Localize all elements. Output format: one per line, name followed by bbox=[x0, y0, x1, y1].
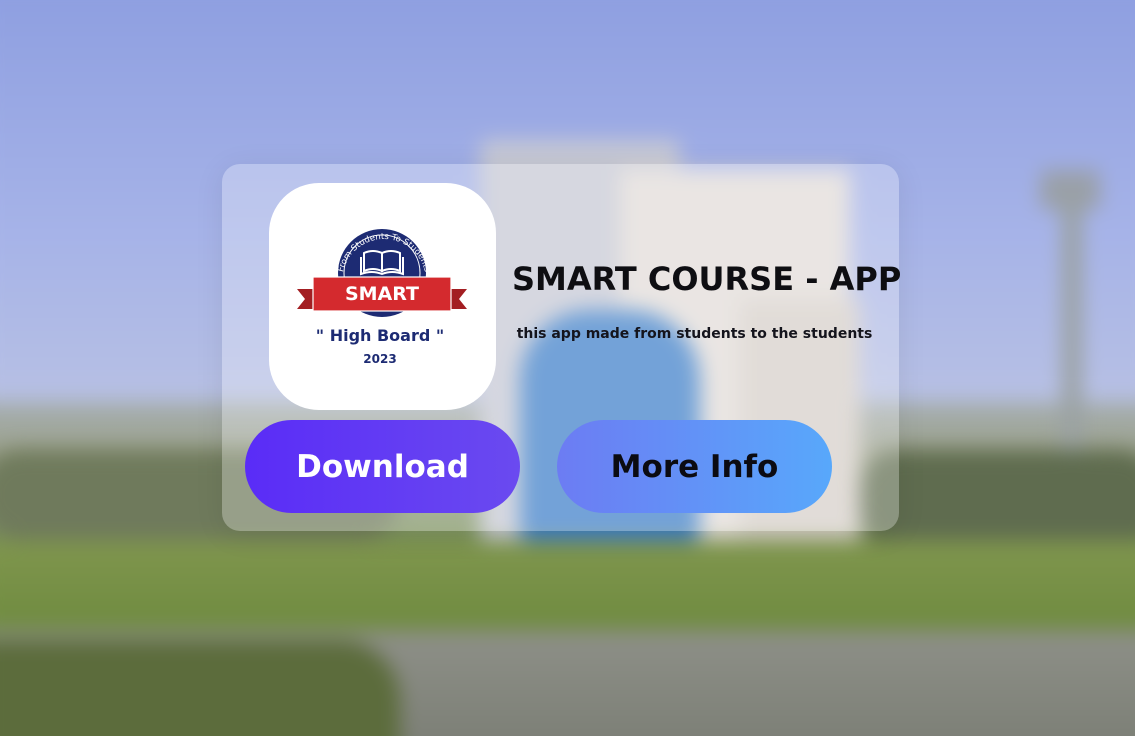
more-info-button[interactable]: More Info bbox=[557, 420, 832, 513]
app-logo: From Students To Students SMART " High B… bbox=[269, 183, 496, 410]
app-subtitle: this app made from students to the stude… bbox=[516, 326, 873, 342]
app-title: SMART COURSE - APP bbox=[512, 260, 902, 298]
smart-high-board-logo: From Students To Students SMART " High B… bbox=[297, 229, 467, 366]
app-card: From Students To Students SMART " High B… bbox=[222, 164, 902, 531]
logo-banner-text: SMART bbox=[345, 283, 419, 305]
download-button[interactable]: Download bbox=[245, 420, 520, 513]
logo-year: 2023 bbox=[363, 352, 396, 366]
logo-tagline: " High Board " bbox=[316, 326, 444, 345]
